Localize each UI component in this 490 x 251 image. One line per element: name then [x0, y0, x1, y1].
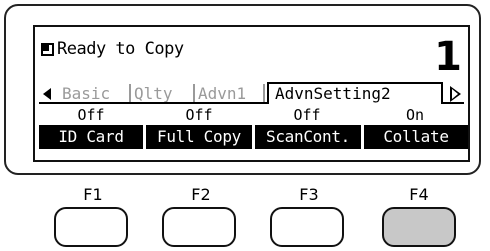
- softkey-row: ID Card Full Copy ScanCont. Collate: [39, 125, 468, 149]
- f4-label: F4: [409, 185, 429, 204]
- lcd-screen: Ready to Copy 1 Basic Qlty Advn1 AdvnSet…: [33, 25, 470, 162]
- value-collate: On: [405, 106, 425, 124]
- f2-label: F2: [191, 185, 211, 204]
- copy-status-icon: [41, 42, 54, 56]
- tab-qlty[interactable]: Qlty: [131, 84, 195, 104]
- f3-button[interactable]: [270, 207, 344, 247]
- softkey-collate[interactable]: Collate: [364, 125, 468, 149]
- value-id-card: Off: [77, 106, 105, 124]
- tab-scroll-left-icon[interactable]: [43, 88, 51, 100]
- status-text: Ready to Copy: [57, 39, 184, 59]
- tab-basic[interactable]: Basic: [59, 84, 131, 104]
- softkey-full-copy[interactable]: Full Copy: [146, 125, 252, 149]
- tab-row: Basic Qlty Advn1 AdvnSetting2: [39, 82, 464, 104]
- copy-count: 1: [434, 34, 462, 80]
- f1-label: F1: [83, 185, 103, 204]
- lcd-panel-frame: Ready to Copy 1 Basic Qlty Advn1 AdvnSet…: [4, 4, 481, 175]
- values-row: Off Off Off On: [39, 106, 468, 124]
- status-row: Ready to Copy: [41, 37, 184, 61]
- softkey-id-card[interactable]: ID Card: [39, 125, 143, 149]
- f2-button[interactable]: [162, 207, 236, 247]
- f4-button[interactable]: [382, 207, 456, 247]
- value-full-copy: Off: [185, 106, 213, 124]
- tab-advnsetting2[interactable]: AdvnSetting2: [267, 82, 443, 104]
- softkey-scan-cont[interactable]: ScanCont.: [255, 125, 361, 149]
- f3-label: F3: [299, 185, 319, 204]
- tab-advn1[interactable]: Advn1: [195, 84, 265, 104]
- f1-button[interactable]: [54, 207, 128, 247]
- value-scan-cont: Off: [293, 106, 321, 124]
